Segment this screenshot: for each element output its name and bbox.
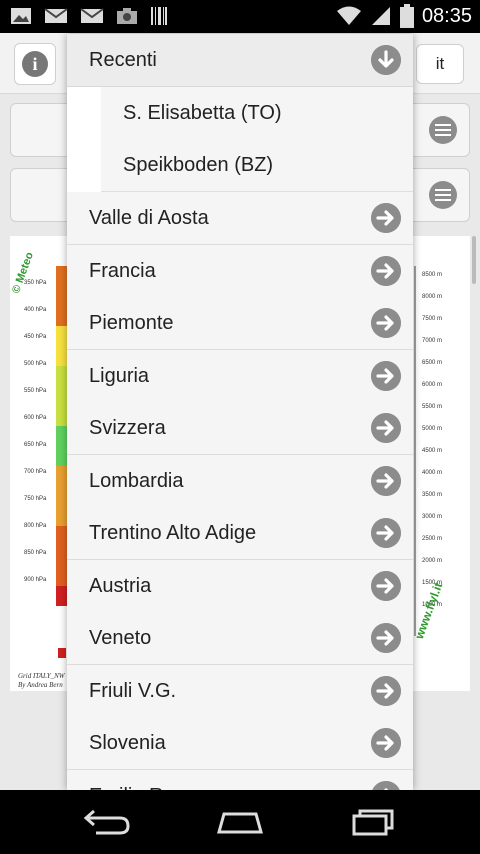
- altitude-tick-label: 3500 m: [422, 492, 443, 498]
- pressure-tick-label: 400 hPa: [24, 307, 47, 313]
- region-item[interactable]: Austria: [67, 559, 413, 613]
- altitude-tick-label: 6500 m: [422, 360, 443, 366]
- region-item-label: Slovenia: [89, 732, 166, 754]
- region-item[interactable]: Lombardia: [67, 454, 413, 508]
- recent-item[interactable]: Speikboden (BZ): [101, 139, 413, 192]
- pressure-tick-label: 700 hPa: [24, 469, 47, 475]
- recent-header[interactable]: Recenti: [67, 34, 413, 87]
- recent-apps-icon[interactable]: [350, 808, 398, 836]
- scrollbar[interactable]: [472, 236, 476, 284]
- arrow-right-icon: [371, 780, 401, 790]
- barcode-icon: [151, 7, 167, 25]
- pressure-tick-label: 450 hPa: [24, 334, 47, 340]
- altitude-tick-label: 8000 m: [422, 294, 443, 300]
- language-button[interactable]: it: [416, 44, 464, 84]
- altitude-tick-label: 3000 m: [422, 514, 443, 520]
- region-item[interactable]: Francia: [67, 244, 413, 298]
- info-icon: i: [22, 51, 48, 77]
- pressure-tick-label: 850 hPa: [24, 550, 47, 556]
- altitude-tick-label: 6000 m: [422, 382, 443, 388]
- region-item-label: Lombardia: [89, 469, 184, 492]
- region-item-label: Liguria: [89, 364, 150, 387]
- status-bar: 08:35: [0, 0, 480, 33]
- arrow-right-icon: [371, 570, 401, 601]
- recent-header-label: Recenti: [89, 49, 157, 71]
- arrow-right-icon: [371, 623, 401, 653]
- wifi-icon: [336, 6, 361, 25]
- altitude-tick-label: 4000 m: [422, 470, 443, 476]
- region-item[interactable]: Slovenia: [67, 717, 413, 770]
- region-item-label: Trentino Alto Adige: [89, 522, 257, 544]
- arrow-down-icon[interactable]: [371, 45, 401, 75]
- image-icon: [11, 8, 31, 24]
- menu-icon[interactable]: [429, 181, 457, 209]
- region-item[interactable]: Trentino Alto Adige: [67, 507, 413, 560]
- chart-footer-1: Grid ITALY_NW: [18, 672, 65, 680]
- region-item-label: Friuli V.G.: [89, 679, 177, 702]
- altitude-tick-label: 8500 m: [422, 272, 443, 278]
- pressure-tick-label: 650 hPa: [24, 442, 47, 448]
- signal-icon: [371, 7, 390, 25]
- pressure-tick-label: 900 hPa: [24, 577, 47, 583]
- mail-icon: [80, 8, 104, 23]
- region-item[interactable]: Friuli V.G.: [67, 664, 413, 718]
- altitude-tick-label: 4500 m: [422, 448, 443, 454]
- region-item-label: Valle di Aosta: [89, 207, 209, 229]
- altitude-tick-label: 5000 m: [422, 426, 443, 432]
- region-item-label: Svizzera: [89, 417, 166, 439]
- arrow-right-icon: [371, 518, 401, 548]
- home-icon[interactable]: [216, 808, 264, 836]
- pressure-tick-label: 600 hPa: [24, 415, 47, 421]
- region-item[interactable]: Svizzera: [67, 402, 413, 455]
- pressure-tick-label: 350 hPa: [24, 280, 47, 286]
- arrow-right-icon: [371, 360, 401, 391]
- region-item-label: Austria: [89, 574, 152, 597]
- region-item[interactable]: Emilia R.: [67, 769, 413, 790]
- altitude-tick-label: 7000 m: [422, 338, 443, 344]
- system-icons: 08:35: [336, 4, 472, 28]
- region-item[interactable]: Valle di Aosta: [67, 192, 413, 245]
- mail-icon: [44, 8, 68, 23]
- back-icon[interactable]: [82, 808, 130, 836]
- info-button[interactable]: i: [14, 43, 56, 85]
- arrow-right-icon: [371, 308, 401, 338]
- notification-icons: [10, 6, 168, 26]
- altitude-tick-label: 5500 m: [422, 404, 443, 410]
- pressure-tick-label: 500 hPa: [24, 361, 47, 367]
- altitude-tick-label: 2500 m: [422, 536, 443, 542]
- recent-item-label: S. Elisabetta (TO): [123, 102, 282, 124]
- arrow-right-icon: [371, 255, 401, 286]
- region-item[interactable]: Liguria: [67, 349, 413, 403]
- region-item-label: Piemonte: [89, 312, 174, 334]
- region-dropdown: Recenti S. Elisabetta (TO) Speikboden (BZ…: [67, 34, 413, 790]
- arrow-right-icon: [371, 675, 401, 706]
- arrow-right-icon: [371, 728, 401, 758]
- pressure-tick-label: 800 hPa: [24, 523, 47, 529]
- recent-item[interactable]: S. Elisabetta (TO): [101, 87, 413, 140]
- recent-item-label: Speikboden (BZ): [123, 154, 274, 176]
- region-item-label: Veneto: [89, 627, 152, 649]
- chart-footer-2: By Andrea Bern: [18, 681, 63, 689]
- arrow-right-icon: [371, 203, 401, 233]
- arrow-right-icon: [371, 413, 401, 443]
- pressure-tick-label: 550 hPa: [24, 388, 47, 394]
- altitude-tick-label: 2000 m: [422, 558, 443, 564]
- clock: 08:35: [421, 4, 472, 27]
- navigation-bar: [0, 790, 480, 854]
- region-item[interactable]: Veneto: [67, 612, 413, 665]
- battery-icon: [399, 4, 414, 28]
- arrow-right-icon: [371, 465, 401, 496]
- altitude-tick-label: 7500 m: [422, 316, 443, 322]
- region-item-label: Francia: [89, 259, 156, 282]
- pressure-tick-label: 750 hPa: [24, 496, 47, 502]
- menu-icon[interactable]: [429, 116, 457, 144]
- camera-icon: [117, 8, 137, 24]
- region-item[interactable]: Piemonte: [67, 297, 413, 350]
